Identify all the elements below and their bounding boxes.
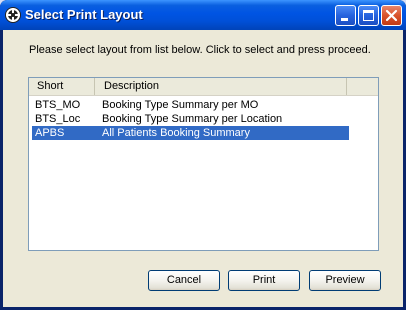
maximize-button[interactable] [358,5,379,26]
minimize-icon [341,18,348,21]
print-button[interactable]: Print [228,270,300,291]
list-item-short: APBS [35,127,65,139]
title-bar[interactable]: Select Print Layout [0,0,406,30]
list-item[interactable]: BTS_MO Booking Type Summary per MO [32,98,349,112]
list-item-selected[interactable]: APBS All Patients Booking Summary [32,126,349,140]
instruction-text: Please select layout from list below. Cl… [29,44,371,56]
list-item-short: BTS_Loc [35,113,81,125]
maximize-icon [363,10,374,21]
list-item-short: BTS_MO [35,99,81,111]
app-icon[interactable] [5,7,21,23]
list-header: Short Description [29,78,378,96]
preview-button[interactable]: Preview [309,270,381,291]
list-item-description: All Patients Booking Summary [102,127,250,139]
cancel-button[interactable]: Cancel [148,270,220,291]
list-item-description: Booking Type Summary per Location [102,113,283,125]
column-header-short[interactable]: Short [29,78,95,95]
window-title: Select Print Layout [25,7,143,22]
dialog-window: Select Print Layout Please select layout… [0,0,406,310]
layout-list[interactable]: Short Description BTS_MO Booking Type Su… [28,77,379,251]
list-item[interactable]: BTS_Loc Booking Type Summary per Locatio… [32,112,349,126]
dialog-client-area: Please select layout from list below. Cl… [3,30,403,307]
close-icon [385,9,398,22]
column-header-filler [347,78,378,95]
minimize-button[interactable] [335,5,356,26]
close-button[interactable] [381,5,402,26]
list-item-description: Booking Type Summary per MO [102,99,259,111]
column-header-description[interactable]: Description [95,78,347,95]
